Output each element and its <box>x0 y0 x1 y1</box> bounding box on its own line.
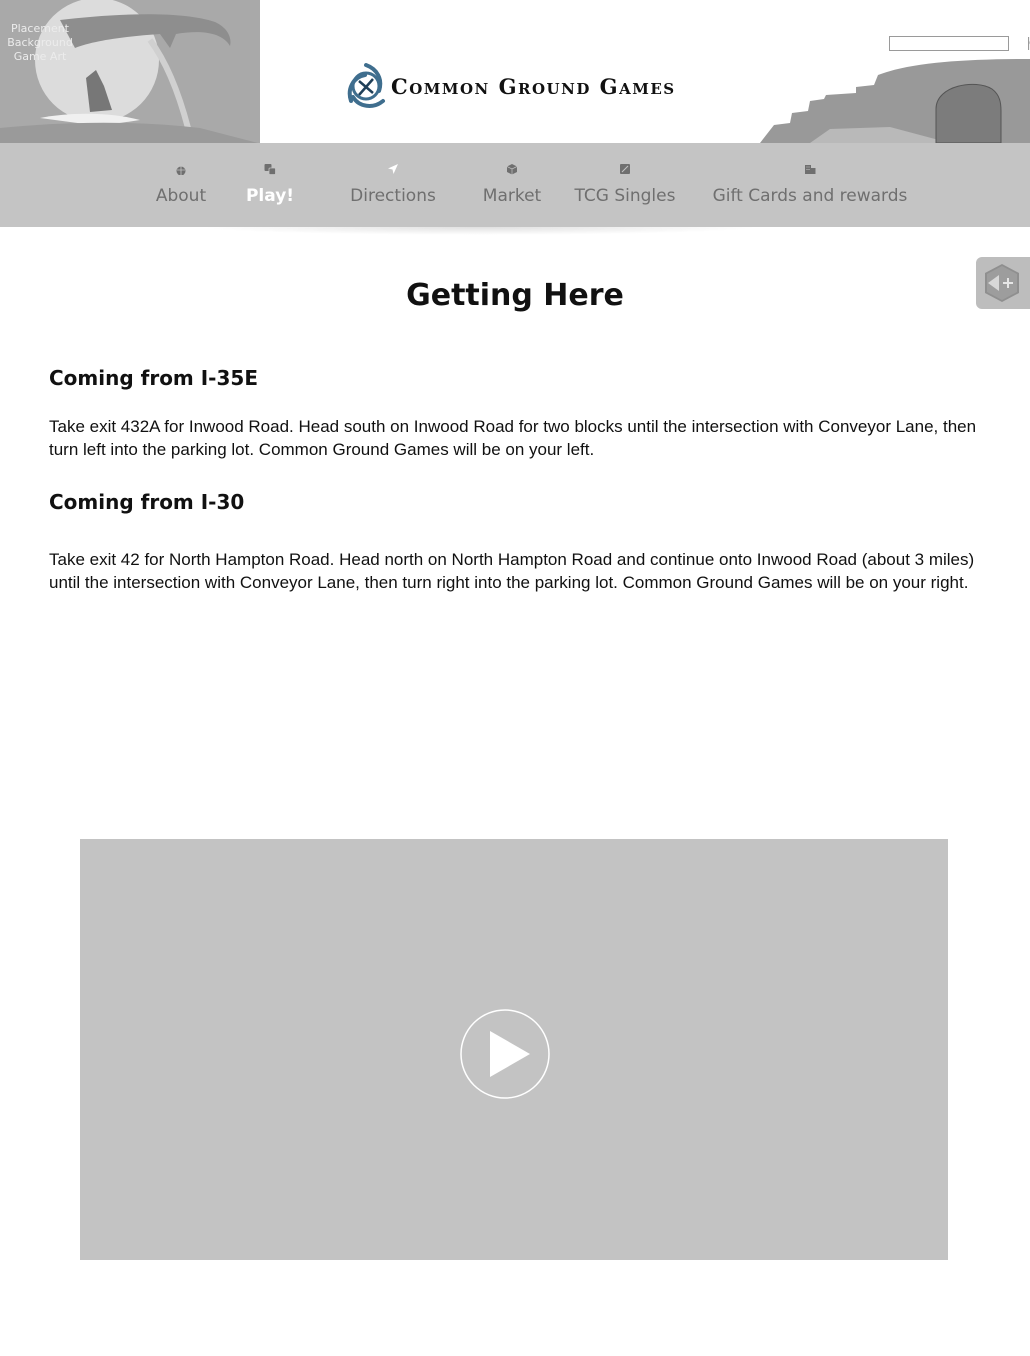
location-arrow-icon <box>388 164 398 174</box>
globe-icon <box>176 166 186 175</box>
cube-icon <box>506 164 518 175</box>
nav-item-label: Play! <box>245 186 295 206</box>
main-navigation: About Play! Directions Market TCG Single… <box>0 143 1030 227</box>
nav-item-play[interactable]: Play! <box>240 143 300 227</box>
search-form <box>889 36 1030 51</box>
page-title: Getting Here <box>406 278 624 313</box>
section-heading: Coming from I-30 <box>49 490 245 514</box>
background-art-placeholder: Placement Background Game Art <box>0 22 80 64</box>
nav-item-label: Market <box>482 186 542 206</box>
card-icon <box>620 164 630 174</box>
nav-item-tcg-singles[interactable]: TCG Singles <box>570 143 680 227</box>
section-heading: Coming from I-35E <box>49 366 258 390</box>
placeholder-line: Background <box>7 36 73 49</box>
placeholder-line: Placement <box>10 22 69 35</box>
background-game-art-right <box>760 59 1030 143</box>
site-logo-text: Common Ground Games <box>391 73 676 99</box>
search-input[interactable] <box>890 37 1028 50</box>
triskele-logo-icon <box>347 63 385 108</box>
site-header: Placement Background Game Art Common Gro… <box>0 0 1030 143</box>
nav-item-label: About <box>155 186 207 206</box>
section-text: Take exit 432A for Inwood Road. Head sou… <box>49 417 977 459</box>
building-icon <box>805 165 816 174</box>
nav-item-label: Directions <box>350 186 436 206</box>
section-text: Take exit 42 for North Hampton Road. Hea… <box>49 550 975 592</box>
nav-item-about[interactable]: About <box>146 143 216 227</box>
placeholder-line: Game Art <box>13 50 67 63</box>
nav-item-gift-cards[interactable]: Gift Cards and rewards <box>705 143 915 227</box>
nav-item-label: TCG Singles <box>574 186 676 206</box>
nav-item-market[interactable]: Market <box>474 143 550 227</box>
nav-shadow <box>200 227 760 235</box>
site-logo[interactable]: Common Ground Games <box>343 60 676 112</box>
embedded-video[interactable] <box>80 839 948 1260</box>
dice-icon <box>264 164 276 175</box>
nav-item-label: Gift Cards and rewards <box>712 186 908 206</box>
play-icon[interactable] <box>460 1009 550 1099</box>
nav-item-directions[interactable]: Directions <box>338 143 448 227</box>
